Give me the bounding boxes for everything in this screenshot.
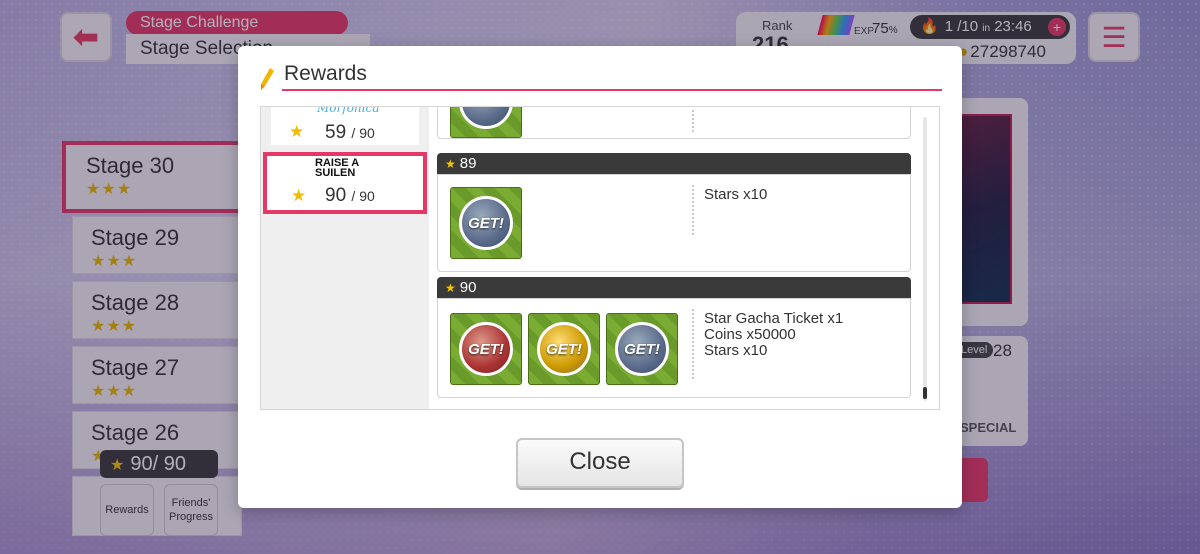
coin-reward-icon: GET! bbox=[537, 322, 591, 376]
star-icon: ★ bbox=[445, 281, 456, 295]
band-logo: Morfonica bbox=[317, 106, 380, 115]
star-icon: ★ bbox=[291, 186, 307, 205]
band-star-count: 90 / 90 bbox=[325, 185, 375, 206]
star-icon: ★ bbox=[445, 157, 456, 171]
band-list: Morfonica ★ 59 / 90 ★ ★ RAISE A SUILEN ★… bbox=[261, 107, 429, 409]
separator bbox=[692, 185, 694, 235]
separator bbox=[692, 309, 694, 379]
tier-reward-text: Star Gacha Ticket x1 Coins x50000 Stars … bbox=[704, 310, 844, 359]
separator bbox=[692, 110, 694, 132]
star-reward-icon bbox=[459, 107, 513, 129]
pencil-icon bbox=[261, 68, 274, 90]
tier-header: ★ 90 bbox=[437, 277, 911, 298]
close-button[interactable]: Close bbox=[516, 438, 684, 488]
corner-star-icon: ★ bbox=[412, 156, 421, 166]
scrollbar-thumb[interactable] bbox=[923, 387, 927, 399]
scrollbar-track[interactable] bbox=[923, 117, 927, 401]
band-logo: RAISE A SUILEN bbox=[315, 157, 359, 179]
reward-icon: GET! bbox=[528, 313, 600, 385]
reward-tier-list: ★ 89 GET! Stars x10 ★ 90 GET! GET! GET! … bbox=[437, 107, 913, 409]
reward-icon bbox=[450, 107, 522, 138]
rewards-dialog: Rewards Morfonica ★ 59 / 90 ★ ★ RAISE A … bbox=[238, 46, 962, 508]
corner-star-icon: ★ bbox=[267, 199, 276, 209]
dialog-title: Rewards bbox=[284, 62, 367, 85]
tier-reward-text: Stars x10 bbox=[704, 186, 768, 203]
reward-icon: GET! bbox=[450, 187, 522, 259]
reward-icon: GET! bbox=[450, 313, 522, 385]
ticket-reward-icon: GET! bbox=[459, 322, 513, 376]
reward-icon: GET! bbox=[606, 313, 678, 385]
tier-card: GET! GET! GET! Star Gacha Ticket x1 Coin… bbox=[437, 298, 911, 398]
tier-card: GET! Stars x10 bbox=[437, 174, 911, 272]
band-item-raise-a-suilen[interactable]: ★ ★ RAISE A SUILEN ★ 90 / 90 bbox=[263, 152, 427, 214]
star-icon: ★ bbox=[289, 122, 305, 141]
title-underline bbox=[282, 89, 942, 91]
star-reward-icon: GET! bbox=[615, 322, 669, 376]
rewards-content: Morfonica ★ 59 / 90 ★ ★ RAISE A SUILEN ★… bbox=[260, 106, 940, 410]
tier-header: ★ 89 bbox=[437, 153, 911, 174]
band-star-count: 59 / 90 bbox=[325, 122, 375, 143]
star-reward-icon: GET! bbox=[459, 196, 513, 250]
band-item-morfonica[interactable]: Morfonica ★ 59 / 90 bbox=[271, 107, 419, 145]
tier-card bbox=[437, 107, 911, 139]
